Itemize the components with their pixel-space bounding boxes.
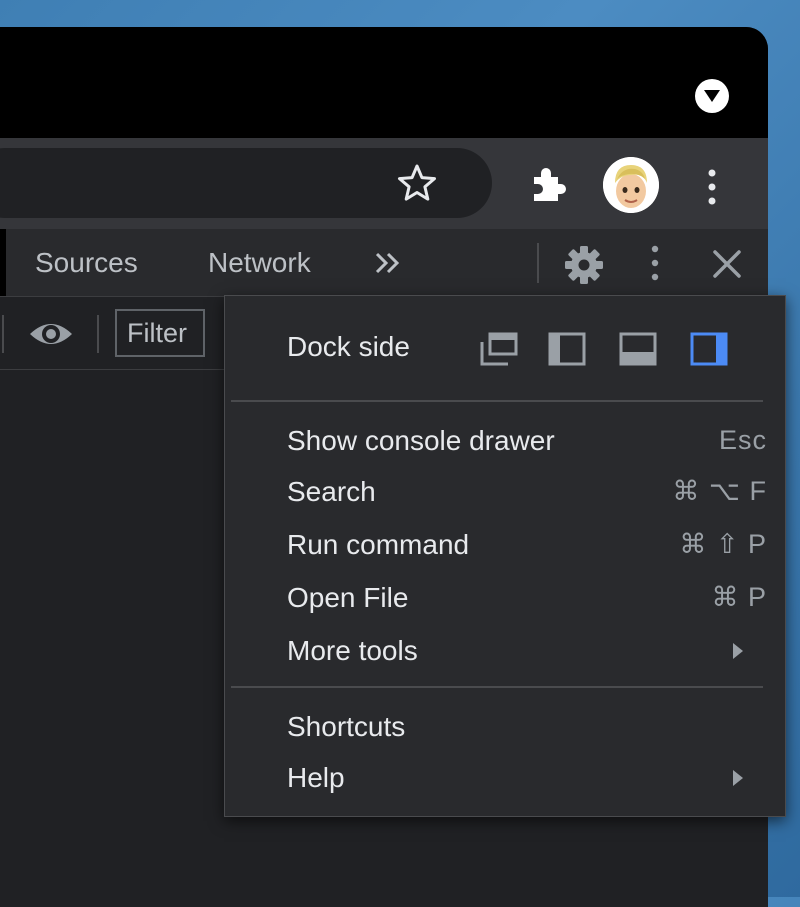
toolbar-divider [97, 315, 99, 353]
menu-divider [231, 686, 763, 688]
menu-item-open-file[interactable]: Open File ⌘ P [225, 572, 767, 624]
profile-avatar[interactable] [603, 157, 659, 213]
close-devtools-icon[interactable] [710, 247, 744, 281]
chrome-menu-kebab-icon[interactable] [700, 167, 724, 207]
settings-gear-icon[interactable] [564, 245, 604, 285]
dock-right-icon[interactable] [690, 332, 728, 366]
devtools-customize-menu: Dock side Show console drawer Esc Search… [224, 295, 786, 817]
menu-item-show-console-drawer[interactable]: Show console drawer Esc [225, 415, 767, 467]
submenu-arrow-icon [733, 643, 743, 659]
menu-item-label: Show console drawer [287, 425, 555, 456]
bookmark-star-icon[interactable] [397, 163, 437, 203]
toolbar-divider [537, 243, 539, 283]
menu-item-help[interactable]: Help [225, 752, 767, 804]
address-bar[interactable] [0, 148, 492, 218]
menu-item-shortcut: ⌘ ⌥ F [672, 476, 767, 506]
menu-item-label: More tools [287, 635, 418, 666]
menu-item-more-tools[interactable]: More tools [225, 625, 767, 677]
menu-item-search[interactable]: Search ⌘ ⌥ F [225, 466, 767, 518]
menu-item-label: Open File [287, 582, 409, 613]
devtools-tab-bar: Sources Network [0, 229, 768, 297]
menu-item-label: Run command [287, 529, 470, 560]
filter-input[interactable]: Filter [115, 309, 205, 357]
submenu-arrow-icon [733, 770, 743, 786]
menu-item-label: Help [287, 762, 345, 793]
menu-item-label: Search [287, 476, 376, 507]
tab-search-button[interactable] [695, 79, 729, 113]
tab-sources[interactable]: Sources [35, 229, 138, 296]
caret-down-icon [704, 90, 720, 102]
tab-strip [0, 27, 768, 138]
memoji-avatar-icon [603, 157, 659, 213]
menu-item-shortcut: Esc [718, 425, 767, 455]
devtools-menu-kebab-icon[interactable] [643, 243, 667, 283]
extensions-puzzle-icon[interactable] [528, 163, 570, 205]
menu-item-run-command[interactable]: Run command ⌘ ⇧ P [225, 519, 767, 571]
toolbar-divider [2, 315, 4, 353]
more-tabs-chevron-icon[interactable] [372, 248, 404, 278]
menu-item-shortcut: ⌘ P [711, 582, 767, 612]
menu-item-shortcut: ⌘ ⇧ P [679, 529, 767, 559]
menu-item-shortcuts[interactable]: Shortcuts [225, 701, 767, 753]
dock-side-label: Dock side [287, 331, 410, 362]
active-tab-edge [0, 229, 6, 296]
tab-network[interactable]: Network [208, 229, 311, 296]
menu-divider [231, 400, 763, 402]
live-expression-eye-icon[interactable] [28, 314, 74, 354]
dock-left-icon[interactable] [548, 332, 586, 366]
menu-item-label: Shortcuts [287, 711, 406, 742]
dock-bottom-icon[interactable] [619, 332, 657, 366]
undock-window-icon[interactable] [480, 332, 518, 366]
